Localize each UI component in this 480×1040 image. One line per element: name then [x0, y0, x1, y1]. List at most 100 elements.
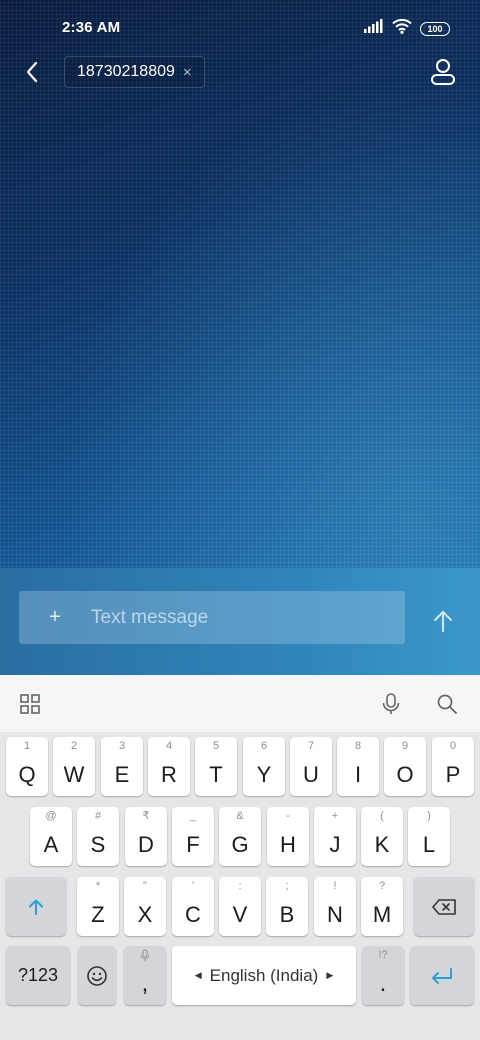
key-hint: 6 — [260, 740, 268, 752]
microphone-hint-icon — [140, 949, 150, 961]
emoji-key[interactable] — [78, 946, 116, 1005]
period-label: . — [379, 970, 387, 997]
key-h[interactable]: -H — [267, 807, 309, 866]
key-f[interactable]: _ F — [172, 807, 214, 866]
remove-recipient-icon[interactable]: × — [183, 64, 192, 81]
key-s[interactable]: # S — [77, 807, 119, 866]
key-hint: # — [94, 810, 102, 822]
key-label: H — [280, 832, 296, 857]
key-hint: _ — [189, 810, 197, 822]
period-hint: !? — [378, 949, 388, 961]
shift-arrow-icon — [29, 899, 43, 915]
key-q[interactable]: 1Q — [6, 737, 48, 796]
key-g[interactable]: & G — [219, 807, 261, 866]
key-hint: " — [143, 880, 147, 892]
search-icon — [437, 694, 457, 714]
key-label: Y — [256, 762, 272, 787]
battery-icon: 100 — [420, 21, 450, 36]
key-label: E — [114, 762, 130, 787]
key-label: Z — [91, 902, 105, 927]
key-label: B — [279, 902, 295, 927]
key-x[interactable]: " X — [124, 877, 166, 936]
key-b[interactable]: ; B — [266, 877, 308, 936]
key-v[interactable]: :V — [219, 877, 261, 936]
key-hint: 2 — [70, 740, 78, 752]
backspace-key[interactable] — [414, 877, 474, 936]
key-k[interactable]: (K — [361, 807, 403, 866]
microphone-icon — [382, 693, 400, 714]
key-label: U — [303, 762, 319, 787]
status-time: 2:36 AM — [62, 19, 121, 36]
key-n[interactable]: ! N — [314, 877, 356, 936]
contact-button[interactable] — [428, 57, 458, 87]
key-y[interactable]: 6Y — [243, 737, 285, 796]
keyboard-toolbar — [0, 675, 480, 732]
key-hint: 9 — [401, 740, 409, 752]
key-hint: 5 — [212, 740, 220, 752]
key-hint: ? — [378, 880, 386, 892]
key-c[interactable]: ' C — [172, 877, 214, 936]
voice-input-button[interactable] — [377, 690, 405, 718]
key-hint: 0 — [449, 740, 457, 752]
key-label: D — [138, 832, 154, 857]
key-hint: : — [238, 880, 242, 892]
comma-label: , — [141, 970, 149, 997]
key-label: V — [232, 902, 248, 927]
key-l[interactable]: ) L — [408, 807, 450, 866]
enter-key[interactable] — [410, 946, 474, 1005]
key-hint: 1 — [23, 740, 31, 752]
key-label: G — [231, 832, 249, 857]
recipient-number: 18730218809 — [77, 63, 175, 80]
key-hint: 3 — [118, 740, 126, 752]
key-hint: 4 — [165, 740, 173, 752]
send-button[interactable] — [426, 604, 460, 638]
shift-key[interactable] — [6, 877, 66, 936]
key-a[interactable]: @ A — [30, 807, 72, 866]
key-z[interactable]: * Z — [77, 877, 119, 936]
key-o[interactable]: 9O — [384, 737, 426, 796]
key-label: F — [186, 832, 200, 857]
key-w[interactable]: 2W — [53, 737, 95, 796]
key-r[interactable]: 4R — [148, 737, 190, 796]
key-label: K — [374, 832, 390, 857]
key-label: X — [137, 902, 153, 927]
person-icon — [431, 59, 455, 85]
key-u[interactable]: 7U — [290, 737, 332, 796]
recipient-chip[interactable]: 18730218809 × — [64, 56, 205, 88]
key-m[interactable]: ? M — [361, 877, 403, 936]
key-label: R — [161, 762, 177, 787]
status-icons: 100 — [364, 18, 450, 39]
back-button[interactable] — [18, 58, 46, 86]
space-key[interactable]: ◀ English (India) ▶ — [172, 946, 356, 1005]
key-hint: ( — [380, 810, 384, 822]
key-label: Q — [18, 762, 36, 787]
keyboard-menu-button[interactable] — [16, 690, 44, 718]
key-label: J — [329, 832, 341, 857]
key-label: L — [422, 832, 436, 857]
key-hint: @ — [45, 810, 57, 822]
space-key-label: English (India) — [209, 965, 319, 985]
key-label: S — [90, 832, 106, 857]
text-message-input[interactable] — [91, 606, 405, 629]
smiley-icon — [87, 965, 107, 986]
keyboard-search-button[interactable] — [433, 690, 461, 718]
key-label: T — [209, 762, 223, 787]
symbols-key-label: ?123 — [17, 965, 59, 985]
caret-right-icon: ▶ — [326, 970, 334, 980]
key-i[interactable]: 8I — [337, 737, 379, 796]
grid-icon — [20, 694, 40, 714]
key-p[interactable]: 0P — [432, 737, 474, 796]
period-key[interactable]: !? . — [362, 946, 404, 1005]
key-label: P — [445, 762, 461, 787]
key-d[interactable]: ₹ D — [125, 807, 167, 866]
message-composer: + — [19, 591, 405, 644]
key-label: N — [327, 902, 343, 927]
key-hint: - — [286, 810, 290, 822]
attach-plus-icon[interactable]: + — [19, 606, 91, 629]
key-e[interactable]: 3E — [101, 737, 143, 796]
comma-key[interactable]: , — [124, 946, 166, 1005]
symbols-key[interactable]: ?123 — [6, 946, 70, 1005]
key-j[interactable]: + J — [314, 807, 356, 866]
key-t[interactable]: 5T — [195, 737, 237, 796]
key-hint: ) — [427, 810, 431, 822]
